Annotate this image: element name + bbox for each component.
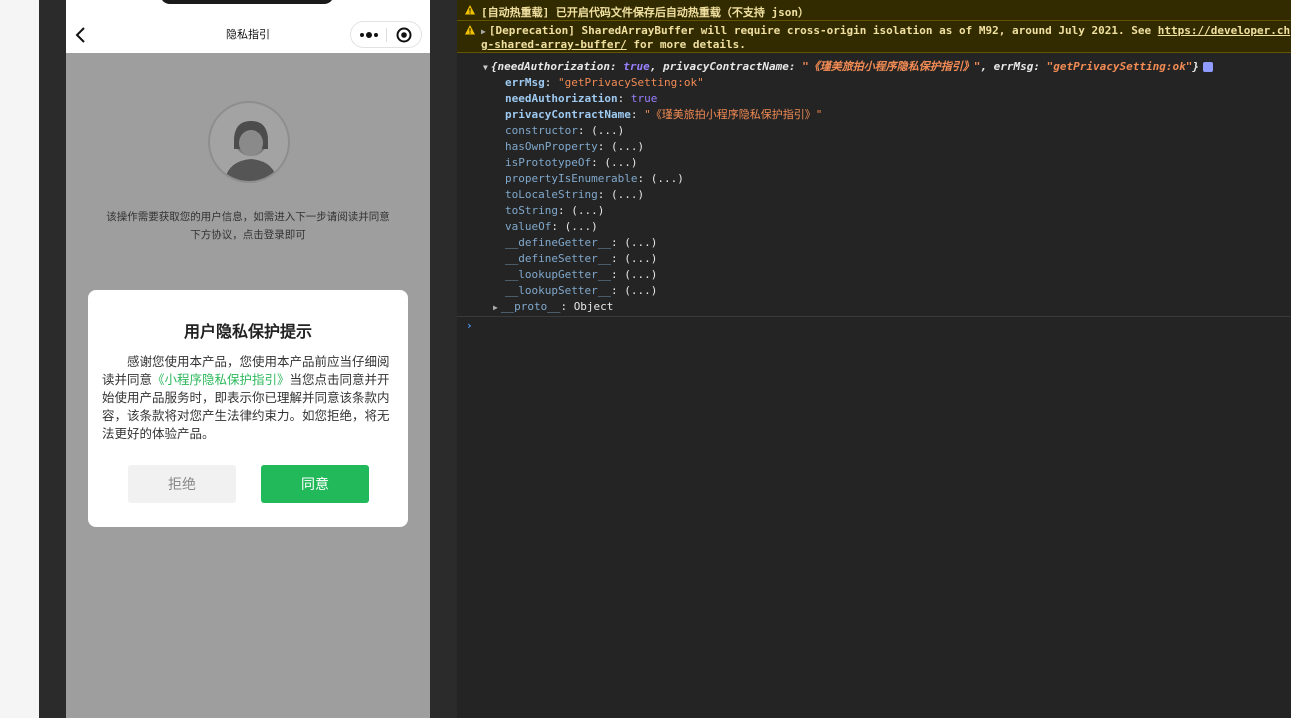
- summary-value: true: [623, 60, 650, 73]
- prompt-chevron-icon: ›: [466, 319, 473, 332]
- property-value: true: [630, 92, 658, 105]
- property-key: needAuthorization: [505, 92, 618, 105]
- privacy-page: 该操作需要获取您的用户信息，如需进入下一步请阅读并同意下方协议，点击登录即可 用…: [66, 53, 430, 718]
- method-key: isPrototypeOf: [505, 156, 592, 169]
- privacy-guide-link[interactable]: 《小程序隐私保护指引》: [152, 373, 290, 387]
- method-row[interactable]: __defineGetter__: (...): [505, 235, 1283, 251]
- simulator-right-gutter: [430, 0, 457, 718]
- warning-text-part: [Deprecation] SharedArrayBuffer will req…: [488, 24, 1158, 37]
- agree-button[interactable]: 同意: [261, 465, 369, 503]
- console-warning: [自动热重载] 已开启代码文件保存后自动热重载（不支持 json）: [457, 0, 1291, 21]
- summary-value: "《瑾美旅拍小程序隐私保护指引》": [802, 60, 981, 73]
- avatar-icon: [208, 101, 290, 183]
- method-row[interactable]: propertyIsEnumerable: (...): [505, 171, 1283, 187]
- summary-value: "getPrivacySetting:ok": [1046, 60, 1193, 73]
- method-row[interactable]: constructor: (...): [505, 123, 1283, 139]
- collapse-triangle-icon[interactable]: ▼: [483, 60, 488, 76]
- warning-text-line2: g-shared-array-buffer/ for more details.: [481, 38, 746, 51]
- expand-triangle-icon[interactable]: ▶: [481, 27, 486, 36]
- warning-icon: [465, 5, 475, 15]
- docs-link-continued[interactable]: g-shared-array-buffer/: [481, 38, 627, 51]
- console-warning: ▶ [Deprecation] SharedArrayBuffer will re…: [457, 21, 1291, 53]
- close-mini-program-icon[interactable]: [387, 27, 421, 43]
- method-value[interactable]: (...): [591, 124, 624, 137]
- property-value: "《瑾美旅拍小程序隐私保护指引》": [644, 108, 823, 121]
- method-row[interactable]: toString: (...): [505, 203, 1283, 219]
- warning-text: ▶ [Deprecation] SharedArrayBuffer will re…: [481, 24, 1290, 37]
- method-value[interactable]: (...): [651, 172, 684, 185]
- method-value[interactable]: (...): [624, 268, 657, 281]
- left-gutter: [39, 0, 66, 718]
- method-value[interactable]: (...): [624, 236, 657, 249]
- method-row[interactable]: __lookupGetter__: (...): [505, 267, 1283, 283]
- proto-row[interactable]: ▶ __proto__: Object: [483, 299, 1283, 315]
- privacy-dialog: 用户隐私保护提示 感谢您使用本产品，您使用本产品前应当仔细阅读并同意《小程序隐私…: [88, 290, 408, 527]
- property-key: privacyContractName: [505, 108, 631, 121]
- method-key: toLocaleString: [505, 188, 598, 201]
- method-value[interactable]: (...): [611, 188, 644, 201]
- method-row[interactable]: hasOwnProperty: (...): [505, 139, 1283, 155]
- method-value[interactable]: (...): [624, 252, 657, 265]
- method-key: constructor: [505, 124, 578, 137]
- method-row[interactable]: __lookupSetter__: (...): [505, 283, 1283, 299]
- property-key: errMsg: [505, 76, 545, 89]
- logged-object: ▼ {needAuthorization: true, privacyContra…: [483, 59, 1283, 315]
- phone-notch: [160, 0, 334, 4]
- method-key: __defineGetter__: [505, 236, 611, 249]
- method-key: valueOf: [505, 220, 552, 233]
- property-row: needAuthorization: true: [505, 92, 658, 105]
- method-key: __lookupSetter__: [505, 284, 611, 297]
- auth-message: 该操作需要获取您的用户信息，如需进入下一步请阅读并同意下方协议，点击登录即可: [106, 211, 390, 241]
- dialog-title: 用户隐私保护提示: [183, 324, 312, 341]
- console-input[interactable]: ›: [457, 316, 1291, 336]
- summary-key: privacyContractName: [663, 60, 789, 73]
- method-row[interactable]: __defineSetter__: (...): [505, 251, 1283, 267]
- proto-key: __proto__: [500, 300, 561, 313]
- method-value[interactable]: (...): [611, 140, 644, 153]
- method-row[interactable]: isPrototypeOf: (...): [505, 155, 1283, 171]
- mini-program-navbar: 隐私指引: [66, 17, 430, 53]
- property-row: errMsg: "getPrivacySetting:ok": [505, 76, 704, 89]
- method-value[interactable]: (...): [624, 284, 657, 297]
- expand-triangle-icon[interactable]: ▶: [493, 300, 498, 316]
- method-key: hasOwnProperty: [505, 140, 598, 153]
- docs-link[interactable]: https://developer.ch: [1158, 24, 1290, 37]
- devtools-console: [自动热重载] 已开启代码文件保存后自动热重载（不支持 json） ▶ [Depr…: [457, 0, 1291, 718]
- warning-text-part: for more details.: [626, 38, 746, 51]
- method-value[interactable]: (...): [565, 220, 598, 233]
- property-row: privacyContractName: "《瑾美旅拍小程序隐私保护指引》": [505, 108, 823, 121]
- method-value[interactable]: (...): [571, 204, 604, 217]
- summary-brace: }: [1192, 60, 1199, 73]
- method-key: toString: [505, 204, 558, 217]
- method-key: propertyIsEnumerable: [505, 172, 638, 185]
- object-summary[interactable]: ▼ {needAuthorization: true, privacyContra…: [483, 59, 1283, 75]
- method-row[interactable]: valueOf: (...): [505, 219, 1283, 235]
- proto-value: Object: [573, 300, 614, 313]
- summary-key: errMsg: [993, 60, 1034, 73]
- method-key: __defineSetter__: [505, 252, 611, 265]
- dialog-body: 感谢您使用本产品，您使用本产品前应当仔细阅读并同意《小程序隐私保护指引》当您点击…: [102, 353, 392, 443]
- property-value: "getPrivacySetting:ok": [558, 76, 704, 89]
- method-row[interactable]: toLocaleString: (...): [505, 187, 1283, 203]
- warning-icon: [465, 25, 475, 35]
- simulator-phone: 隐私指引 该操作需要获取您的用户信息，如需进入下一步请阅读并同意下方协议，点击登…: [66, 0, 430, 718]
- warning-text: [自动热重载] 已开启代码文件保存后自动热重载（不支持 json）: [481, 6, 809, 19]
- info-icon[interactable]: [1202, 62, 1213, 72]
- method-value[interactable]: (...): [604, 156, 637, 169]
- reject-button[interactable]: 拒绝: [128, 465, 236, 503]
- summary-key: needAuthorization: [497, 60, 611, 73]
- capsule-menu: [350, 21, 422, 48]
- method-key: __lookupGetter__: [505, 268, 611, 281]
- more-icon[interactable]: [351, 31, 386, 38]
- object-properties: errMsg: "getPrivacySetting:ok" needAutho…: [483, 75, 1283, 299]
